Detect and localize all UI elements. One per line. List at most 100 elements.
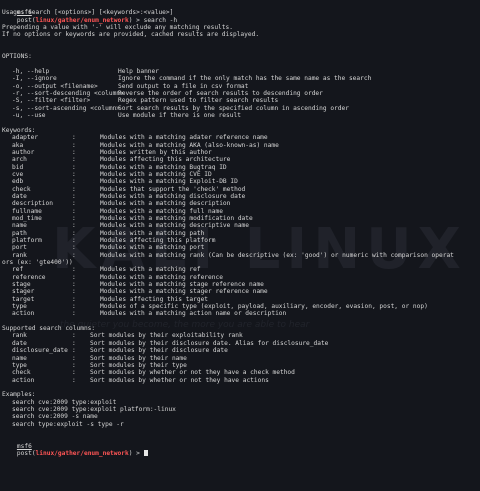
intro-text: Prepending a value with '-' will exclude…	[2, 24, 478, 39]
keyword-name: date	[12, 192, 27, 200]
keyword-desc: Modules that support the 'check' method	[100, 185, 246, 193]
keyword-name: port	[12, 244, 27, 252]
column-name: type	[12, 361, 27, 369]
column-name: action	[12, 376, 35, 384]
keywords-header: Keywords:	[2, 126, 36, 134]
option-flag: -I, --ignore	[12, 75, 57, 83]
keyword-name: target	[12, 295, 35, 303]
keyword-desc: Modules with a matching action name or d…	[100, 310, 287, 318]
option-desc: Regex pattern used to filter search resu…	[118, 97, 279, 105]
keyword-row: ref: Modules with a matching ref	[2, 266, 478, 273]
column-separator: :	[72, 347, 76, 355]
column-desc: Sort modules by their disclosure date	[90, 347, 228, 355]
options-list: -h, --help Help banner -I, --ignore Ignore …	[2, 68, 478, 119]
prompt-symbol: >	[136, 449, 140, 457]
keyword-name: arch	[12, 156, 27, 164]
keyword-desc: Modules with a matching stager reference…	[100, 288, 268, 296]
keyword-name: stage	[12, 281, 31, 289]
column-row: check: Sort modules by whether or not the…	[2, 369, 478, 376]
option-row: -s, --sort-ascending <column>Sort search…	[2, 105, 478, 112]
keyword-row: date: Modules with a matching disclosure …	[2, 193, 478, 200]
example-line: search cve:2009 type:exploit platform:-l…	[12, 405, 176, 413]
prompt-path: linux/gather/enum_network	[35, 449, 129, 457]
column-separator: :	[72, 339, 76, 347]
keyword-separator: :	[72, 237, 76, 244]
column-separator: :	[72, 361, 76, 369]
keyword-desc: Modules with a matching modification dat…	[100, 214, 253, 222]
column-name: name	[12, 354, 27, 362]
keyword-row: fullname: Modules with a matching full na…	[2, 208, 478, 215]
prompt-path: linux/gather/enum_network	[35, 16, 129, 24]
option-desc: Send output to a file in csv format	[118, 82, 249, 90]
column-name: date	[12, 339, 27, 347]
keyword-desc: Modules with a matching stage reference …	[100, 281, 264, 289]
option-desc: Reverse the order of search results to d…	[118, 90, 323, 98]
keyword-desc: Modules with a matching adater reference…	[100, 134, 268, 142]
keyword-desc: Modules with a matching CVE ID	[100, 170, 212, 178]
examples-header: Examples:	[2, 391, 36, 399]
keyword-separator: :	[72, 303, 76, 311]
option-desc: Help banner	[118, 68, 159, 76]
option-desc: Use module if there is one result	[118, 112, 241, 120]
column-row: action: Sort modules by whether or not th…	[2, 377, 478, 384]
keyword-separator: :	[72, 222, 76, 230]
column-row: type: Sort modules by their type	[2, 362, 478, 369]
keyword-name: mod_time	[12, 214, 42, 222]
keyword-row: aka: Modules with a matching AKA (also-kn…	[2, 142, 478, 149]
keyword-separator: :	[72, 156, 76, 164]
keyword-row: stager: Modules with a matching stager re…	[2, 288, 478, 295]
option-row: -u, --use Use module if there is one resu…	[2, 112, 478, 119]
keyword-name: reference	[12, 273, 46, 281]
keyword-separator: :	[72, 141, 76, 149]
keyword-separator: :	[72, 134, 76, 142]
keyword-separator: :	[72, 273, 76, 281]
keyword-name: cve	[12, 170, 24, 178]
example-line: search cve:2009 -s name	[12, 413, 98, 421]
keyword-separator: :	[72, 310, 76, 318]
intro-line: If no options or keywords are provided, …	[2, 31, 260, 39]
prompt-word: post	[16, 16, 32, 24]
keyword-row: target: Modules affecting this target	[2, 296, 478, 303]
keyword-desc: Modules written by this author	[100, 148, 212, 156]
keyword-separator: :	[72, 178, 76, 186]
options-header: OPTIONS:	[2, 53, 32, 61]
keyword-name: rank	[12, 251, 27, 259]
examples-list: search cve:2009 type:exploit search cve:2…	[2, 399, 478, 428]
column-separator: :	[72, 376, 76, 384]
terminal-output[interactable]: msf6 post(linux/gather/enum_network) > s…	[2, 2, 478, 491]
keyword-row: author: Modules written by this author	[2, 149, 478, 156]
keyword-name: name	[12, 222, 27, 230]
keyword-name: edb	[12, 178, 24, 186]
keyword-name: platform	[12, 237, 42, 244]
keyword-separator: :	[72, 288, 76, 296]
option-flag: -h, --help	[12, 68, 50, 76]
keyword-row: description: Modules with a matching desc…	[2, 200, 478, 207]
keyword-name: check	[12, 185, 31, 193]
keyword-name: action	[12, 310, 35, 318]
active-prompt-line[interactable]: msf6 post(linux/gather/enum_network) >	[2, 435, 478, 457]
prompt-word: post	[16, 449, 32, 457]
column-row: name: Sort modules by their name	[2, 355, 478, 362]
option-flag: -s, --sort-ascending <column>	[12, 104, 121, 112]
keyword-row: adapter: Modules with a matching adater r…	[2, 134, 478, 141]
rank-wrap-line: ors (ex: 'gte400'))	[2, 259, 73, 267]
column-desc: Sort modules by their exploitability ran…	[90, 332, 243, 340]
keyword-separator: :	[72, 295, 76, 303]
keyword-separator: :	[72, 214, 76, 222]
intro-line: Prepending a value with '-' will exclude…	[2, 24, 233, 32]
keyword-row: port: Modules with a matching port	[2, 244, 478, 251]
keyword-desc: Modules with a matching disclosure date	[100, 192, 246, 200]
keyword-row: mod_time: Modules with a matching modific…	[2, 215, 478, 222]
keyword-name: type	[12, 303, 27, 311]
keyword-separator: :	[72, 170, 76, 178]
keyword-desc: Modules with a matching descriptive name	[100, 222, 250, 230]
option-flag: -r, --sort-descending <column>	[12, 90, 124, 98]
keyword-row: action: Modules with a matching action na…	[2, 310, 478, 317]
keyword-desc: Modules with a matching reference	[100, 273, 223, 281]
keyword-row: check: Modules that support the 'check' m…	[2, 186, 478, 193]
keyword-name: stager	[12, 288, 35, 296]
option-row: -S, --filter <filter> Regex pattern used …	[2, 97, 478, 104]
keyword-separator: :	[72, 207, 76, 215]
keyword-row: bid: Modules with a matching Bugtraq ID	[2, 164, 478, 171]
column-row: disclosure_date: Sort modules by their di…	[2, 347, 478, 354]
